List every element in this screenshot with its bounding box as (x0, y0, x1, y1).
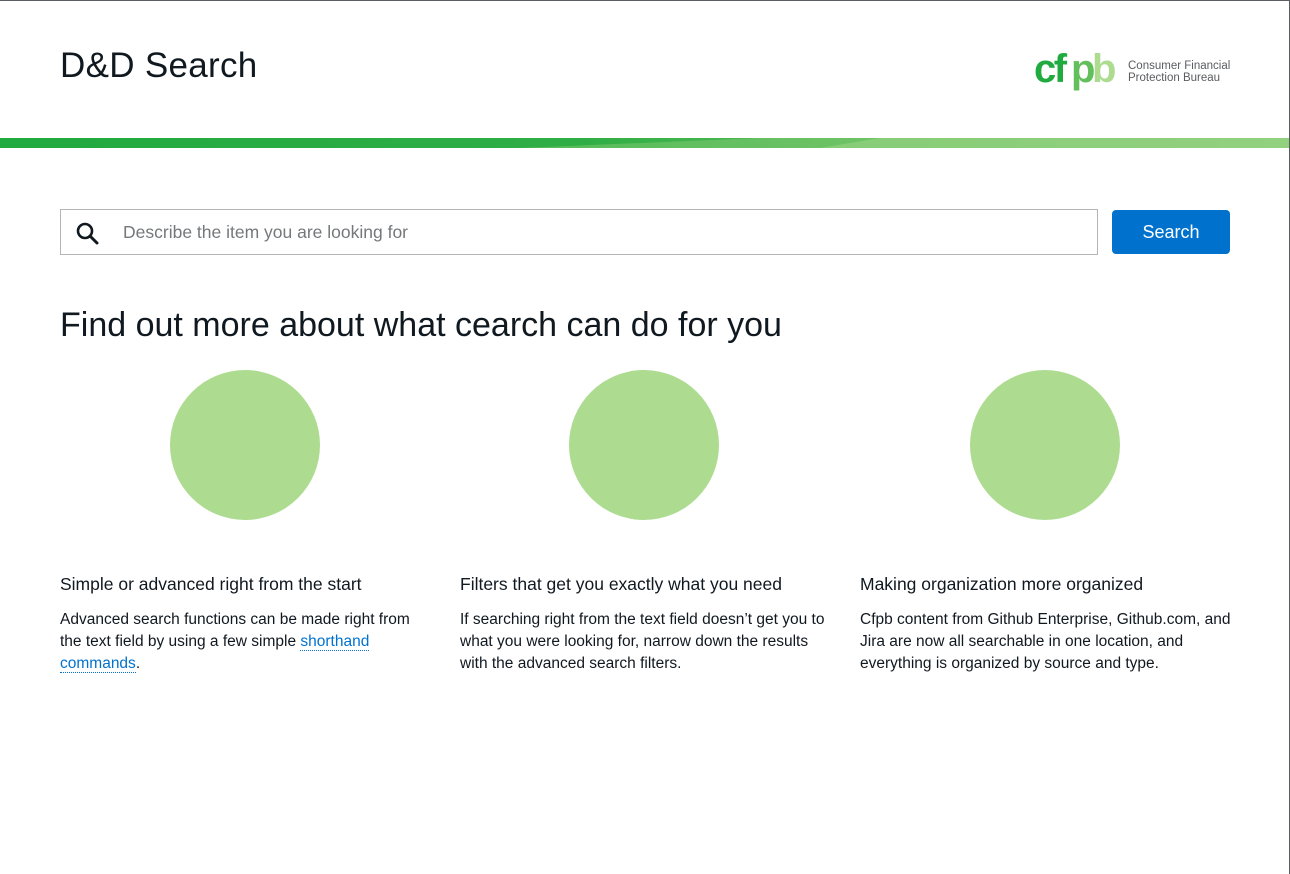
feature-description-end: . (135, 655, 141, 672)
search-button[interactable]: Search (1112, 210, 1230, 254)
brand-gradient-bar (0, 138, 1290, 148)
feature-description: Cfpb content from Github Enterprise, Git… (860, 611, 1231, 672)
feature-title: Simple or advanced right from the start (60, 574, 362, 594)
feature-title: Filters that get you exactly what you ne… (460, 574, 782, 594)
app-title: D&D Search (60, 46, 258, 85)
svg-text:b: b (1092, 50, 1115, 91)
feature-title: Making organization more organized (860, 574, 1144, 594)
search-bar: Search (60, 209, 1230, 255)
cfpb-logo[interactable]: cf p b Consumer Financial Protection Bur… (1034, 50, 1230, 94)
svg-text:cf: cf (1034, 50, 1068, 91)
feature-illustration (970, 370, 1120, 520)
logo-line-2: Protection Bureau (1128, 72, 1221, 84)
logo-line-1: Consumer Financial (1128, 60, 1231, 72)
search-field[interactable] (60, 209, 1098, 255)
feature-illustration (170, 370, 320, 520)
section-heading: Find out more about what cearch can do f… (60, 306, 782, 344)
feature-description: If searching right from the text field d… (460, 611, 825, 672)
app-header: D&D Search cf p b Consumer Financial Pro… (0, 0, 1290, 138)
search-icon (76, 222, 99, 245)
feature-illustration (569, 370, 719, 520)
search-input[interactable] (123, 211, 1083, 253)
cfpb-logo-mark: cf p b (1034, 50, 1118, 91)
logo-wordmark: Consumer Financial Protection Bureau (1128, 60, 1230, 84)
svg-text:p: p (1071, 50, 1094, 91)
feature-description: Advanced search functions can be made ri… (60, 609, 432, 675)
